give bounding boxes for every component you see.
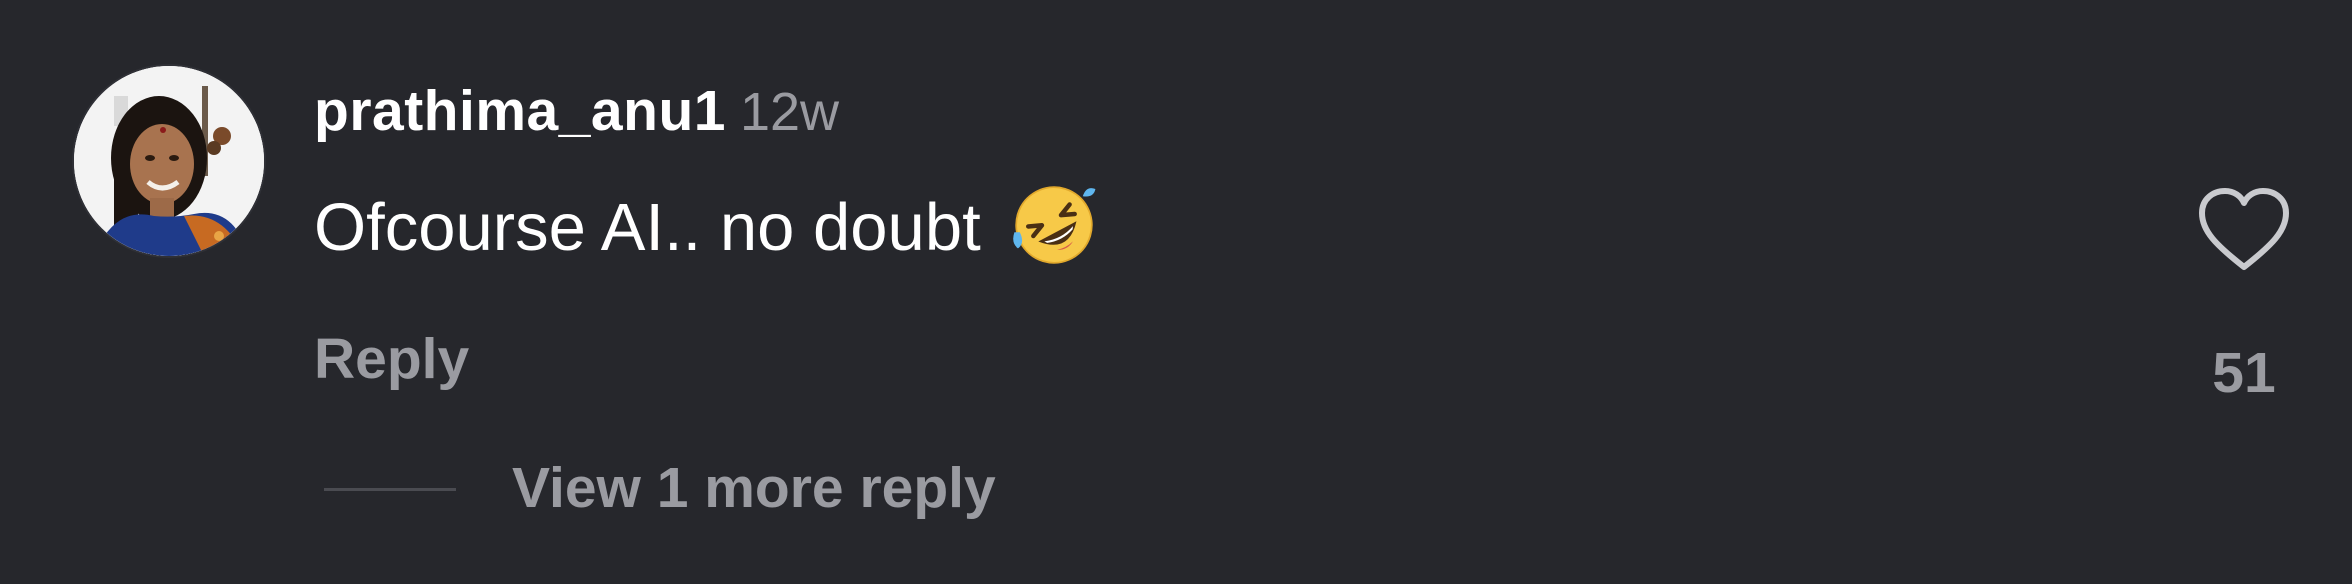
heart-icon bbox=[2199, 188, 2289, 270]
reply-button[interactable]: Reply bbox=[314, 324, 469, 394]
view-more-replies-button[interactable]: View 1 more reply bbox=[512, 453, 996, 523]
comment-text: Ofcourse AI.. no doubt bbox=[314, 190, 981, 265]
comment-header: prathima_anu1 12w bbox=[314, 76, 839, 146]
like-button[interactable] bbox=[2196, 185, 2292, 273]
avatar[interactable] bbox=[74, 66, 264, 256]
replies-divider bbox=[324, 488, 456, 491]
comment-item: prathima_anu1 12w Ofcourse AI.. no doubt … bbox=[0, 0, 2352, 584]
timestamp: 12w bbox=[739, 82, 840, 142]
comment-body: Ofcourse AI.. no doubt bbox=[314, 180, 1099, 270]
rolling-on-the-floor-laughing-emoji bbox=[1009, 180, 1099, 270]
username-link[interactable]: prathima_anu1 bbox=[314, 79, 726, 143]
avatar-photo bbox=[74, 66, 264, 256]
like-count: 51 bbox=[2212, 341, 2276, 405]
